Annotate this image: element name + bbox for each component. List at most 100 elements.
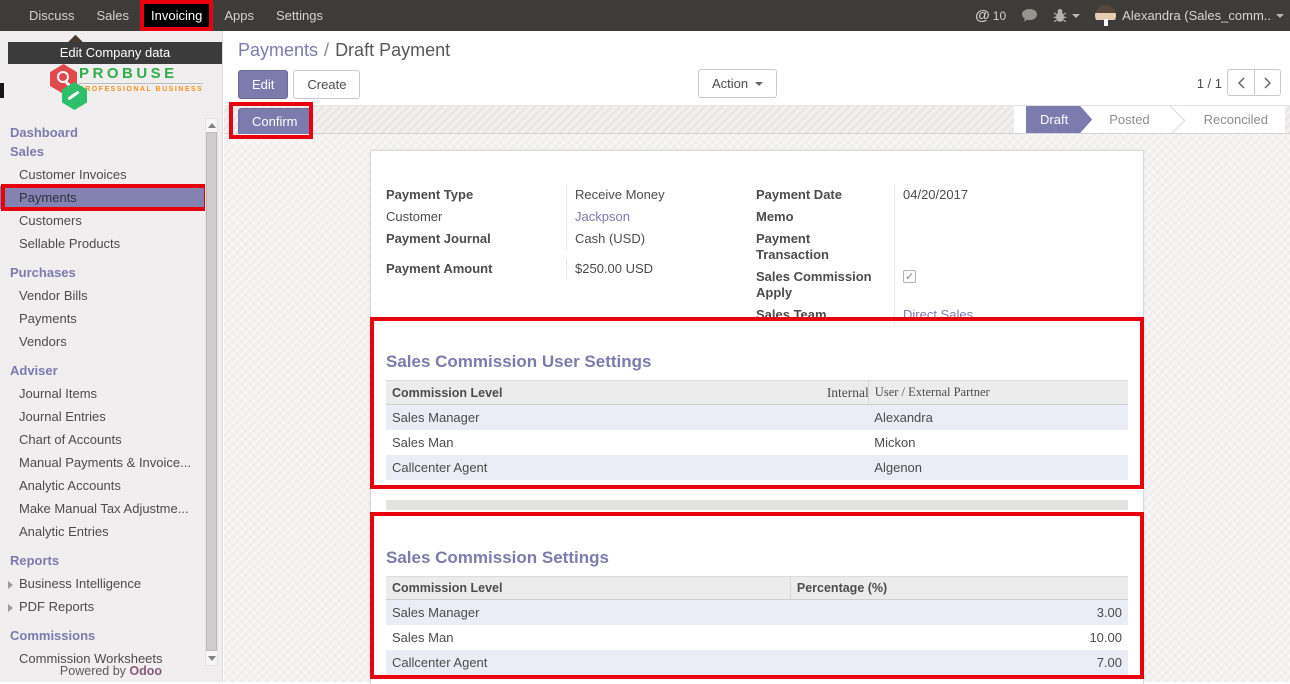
sidebar-item-analytic-entries[interactable]: Analytic Entries bbox=[0, 520, 205, 543]
sidebar-heading-commissions[interactable]: Commissions bbox=[0, 624, 205, 647]
sidebar-heading-reports[interactable]: Reports bbox=[0, 549, 205, 572]
sidebar-heading-purchases[interactable]: Purchases bbox=[0, 261, 205, 284]
confirm-button[interactable]: Confirm bbox=[238, 108, 312, 135]
create-button[interactable]: Create bbox=[293, 70, 360, 99]
field-value: Receive Money bbox=[566, 184, 742, 206]
sidebar-item-journal-items[interactable]: Journal Items bbox=[0, 382, 205, 405]
bug-icon bbox=[1053, 8, 1067, 23]
user-menu[interactable]: Alexandra (Sales_comm.. bbox=[1095, 5, 1284, 26]
pager-next-button[interactable] bbox=[1254, 69, 1281, 96]
sidebar-scrollbar[interactable] bbox=[205, 118, 218, 666]
powered-by-text: Powered by bbox=[60, 664, 126, 678]
chevron-down-icon bbox=[1072, 14, 1080, 18]
sidebar-item-chart-of-accounts[interactable]: Chart of Accounts bbox=[0, 428, 205, 451]
sidebar-item-vendor-bills[interactable]: Vendor Bills bbox=[0, 284, 205, 307]
action-dropdown-button[interactable]: Action bbox=[698, 69, 777, 98]
cell-percentage: 3.00 bbox=[790, 600, 1128, 626]
sidebar-heading-dashboard[interactable]: Dashboard bbox=[0, 121, 205, 144]
edit-button[interactable]: Edit bbox=[238, 70, 288, 99]
column-header-internal-user[interactable]: InternalUser / External Partner bbox=[868, 381, 1128, 405]
sidebar-item-vendors[interactable]: Vendors bbox=[0, 330, 205, 353]
systray: @ 10 Alexandra (Sales_comm.. bbox=[975, 0, 1290, 31]
sidebar-item-pdf-reports[interactable]: PDF Reports bbox=[0, 595, 205, 618]
form-toolbar: Confirm Draft Posted Reconciled bbox=[224, 105, 1290, 134]
scrollbar-thumb[interactable] bbox=[206, 132, 217, 651]
messages-button[interactable] bbox=[1021, 8, 1038, 23]
breadcrumb-separator: / bbox=[324, 40, 329, 60]
cell-percentage: 10.00 bbox=[790, 625, 1128, 650]
chevron-right-icon bbox=[1263, 77, 1272, 89]
sidebar-item-journal-entries[interactable]: Journal Entries bbox=[0, 405, 205, 428]
pager-previous-button[interactable] bbox=[1227, 69, 1254, 96]
sidebar-menu: Dashboard Sales Customer Invoices Paymen… bbox=[0, 118, 205, 664]
table-row[interactable]: Sales Manager Alexandra bbox=[386, 405, 1128, 431]
table-row[interactable]: Callcenter Agent 7.00 bbox=[386, 650, 1128, 675]
cell-level: Callcenter Agent bbox=[386, 650, 790, 675]
table-row[interactable]: Sales Man Mickon bbox=[386, 430, 1128, 455]
table-row[interactable]: Callcenter Agent Algenon bbox=[386, 455, 1128, 480]
chevron-down-icon bbox=[755, 82, 763, 86]
logo-title: PROBUSE bbox=[79, 65, 203, 82]
statusbar-state-draft[interactable]: Draft bbox=[1026, 106, 1092, 133]
customer-link[interactable]: Jackpson bbox=[575, 209, 630, 224]
sidebar-item-business-intelligence[interactable]: Business Intelligence bbox=[0, 572, 205, 595]
list-footer-bar bbox=[386, 500, 1128, 510]
triangle-down-icon bbox=[208, 656, 216, 661]
sales-commission-settings-section: Sales Commission Settings Commission Lev… bbox=[386, 548, 1128, 675]
field-sales-team: Sales Team Direct Sales bbox=[756, 304, 1128, 326]
nav-apps[interactable]: Apps bbox=[213, 0, 265, 31]
statusbar-state-reconciled[interactable]: Reconciled bbox=[1187, 106, 1285, 133]
chevron-left-icon bbox=[1237, 77, 1246, 89]
triangle-up-icon bbox=[208, 123, 216, 128]
chat-icon bbox=[1021, 8, 1038, 23]
sidebar-item-payments[interactable]: Payments bbox=[0, 186, 205, 209]
field-label: Sales Team bbox=[756, 304, 894, 326]
sidebar-item-sellable-products[interactable]: Sellable Products bbox=[0, 232, 205, 255]
field-label: Payment Journal bbox=[386, 228, 566, 250]
sidebar-item-customer-invoices[interactable]: Customer Invoices bbox=[0, 163, 205, 186]
sidebar-heading-adviser[interactable]: Adviser bbox=[0, 359, 205, 382]
sidebar-item-commission-worksheets[interactable]: Commission Worksheets bbox=[0, 647, 205, 664]
column-header-commission-level[interactable]: Commission Level bbox=[386, 381, 868, 405]
field-label: Sales Commission Apply bbox=[756, 266, 894, 304]
edit-company-tooltip: Edit Company data bbox=[8, 42, 222, 64]
field-label: Memo bbox=[756, 206, 894, 228]
field-value: $250.00 USD bbox=[566, 258, 742, 280]
sidebar-item-customers[interactable]: Customers bbox=[0, 209, 205, 232]
sidebar-item-analytic-accounts[interactable]: Analytic Accounts bbox=[0, 474, 205, 497]
statusbar: Draft Posted Reconciled bbox=[1014, 106, 1285, 133]
sidebar-item-manual-payments-invoices[interactable]: Manual Payments & Invoice... bbox=[0, 451, 205, 474]
field-sales-commission-apply: Sales Commission Apply ✓ bbox=[756, 266, 1128, 304]
action-label: Action bbox=[712, 76, 748, 91]
debug-menu[interactable] bbox=[1053, 8, 1080, 23]
cell-level: Sales Manager bbox=[386, 405, 868, 431]
nav-settings[interactable]: Settings bbox=[265, 0, 334, 31]
sidebar-heading-sales[interactable]: Sales bbox=[0, 144, 205, 163]
sidebar-item-payments-purchase[interactable]: Payments bbox=[0, 307, 205, 330]
expand-right-icon bbox=[8, 604, 13, 612]
column-header-commission-level[interactable]: Commission Level bbox=[386, 577, 790, 600]
column-header-overflow: Internal bbox=[827, 385, 869, 401]
nav-discuss[interactable]: Discuss bbox=[18, 0, 86, 31]
sales-commission-apply-checkbox[interactable]: ✓ bbox=[903, 270, 916, 283]
table-row[interactable]: Sales Man 10.00 bbox=[386, 625, 1128, 650]
user-name: Alexandra (Sales_comm.. bbox=[1122, 8, 1271, 23]
scroll-up-button[interactable] bbox=[206, 119, 217, 132]
table-row[interactable]: Sales Manager 3.00 bbox=[386, 600, 1128, 626]
field-customer: Customer Jackpson bbox=[386, 206, 742, 228]
field-label: Payment Date bbox=[756, 184, 894, 206]
sales-team-link[interactable]: Direct Sales bbox=[903, 307, 973, 322]
empty-list-row bbox=[386, 480, 1128, 500]
sidebar-item-make-manual-tax-adjustments[interactable]: Make Manual Tax Adjustme... bbox=[0, 497, 205, 520]
control-panel: Payments/Draft Payment Edit Create Actio… bbox=[224, 31, 1290, 105]
nav-invoicing[interactable]: Invoicing bbox=[140, 0, 213, 31]
section-title: Sales Commission User Settings bbox=[386, 352, 1128, 372]
odoo-brand-link[interactable]: Odoo bbox=[129, 664, 162, 678]
sidebar: Edit Company data PROBUSE PROFESSIONAL B… bbox=[0, 31, 223, 682]
inbox-indicator[interactable]: @ 10 bbox=[975, 7, 1006, 24]
field-value: 04/20/2017 bbox=[894, 184, 1128, 206]
column-header-percentage[interactable]: Percentage (%) bbox=[790, 577, 1128, 600]
field-payment-type: Payment Type Receive Money bbox=[386, 184, 742, 206]
nav-sales[interactable]: Sales bbox=[86, 0, 141, 31]
breadcrumb-payments-link[interactable]: Payments bbox=[238, 40, 318, 60]
